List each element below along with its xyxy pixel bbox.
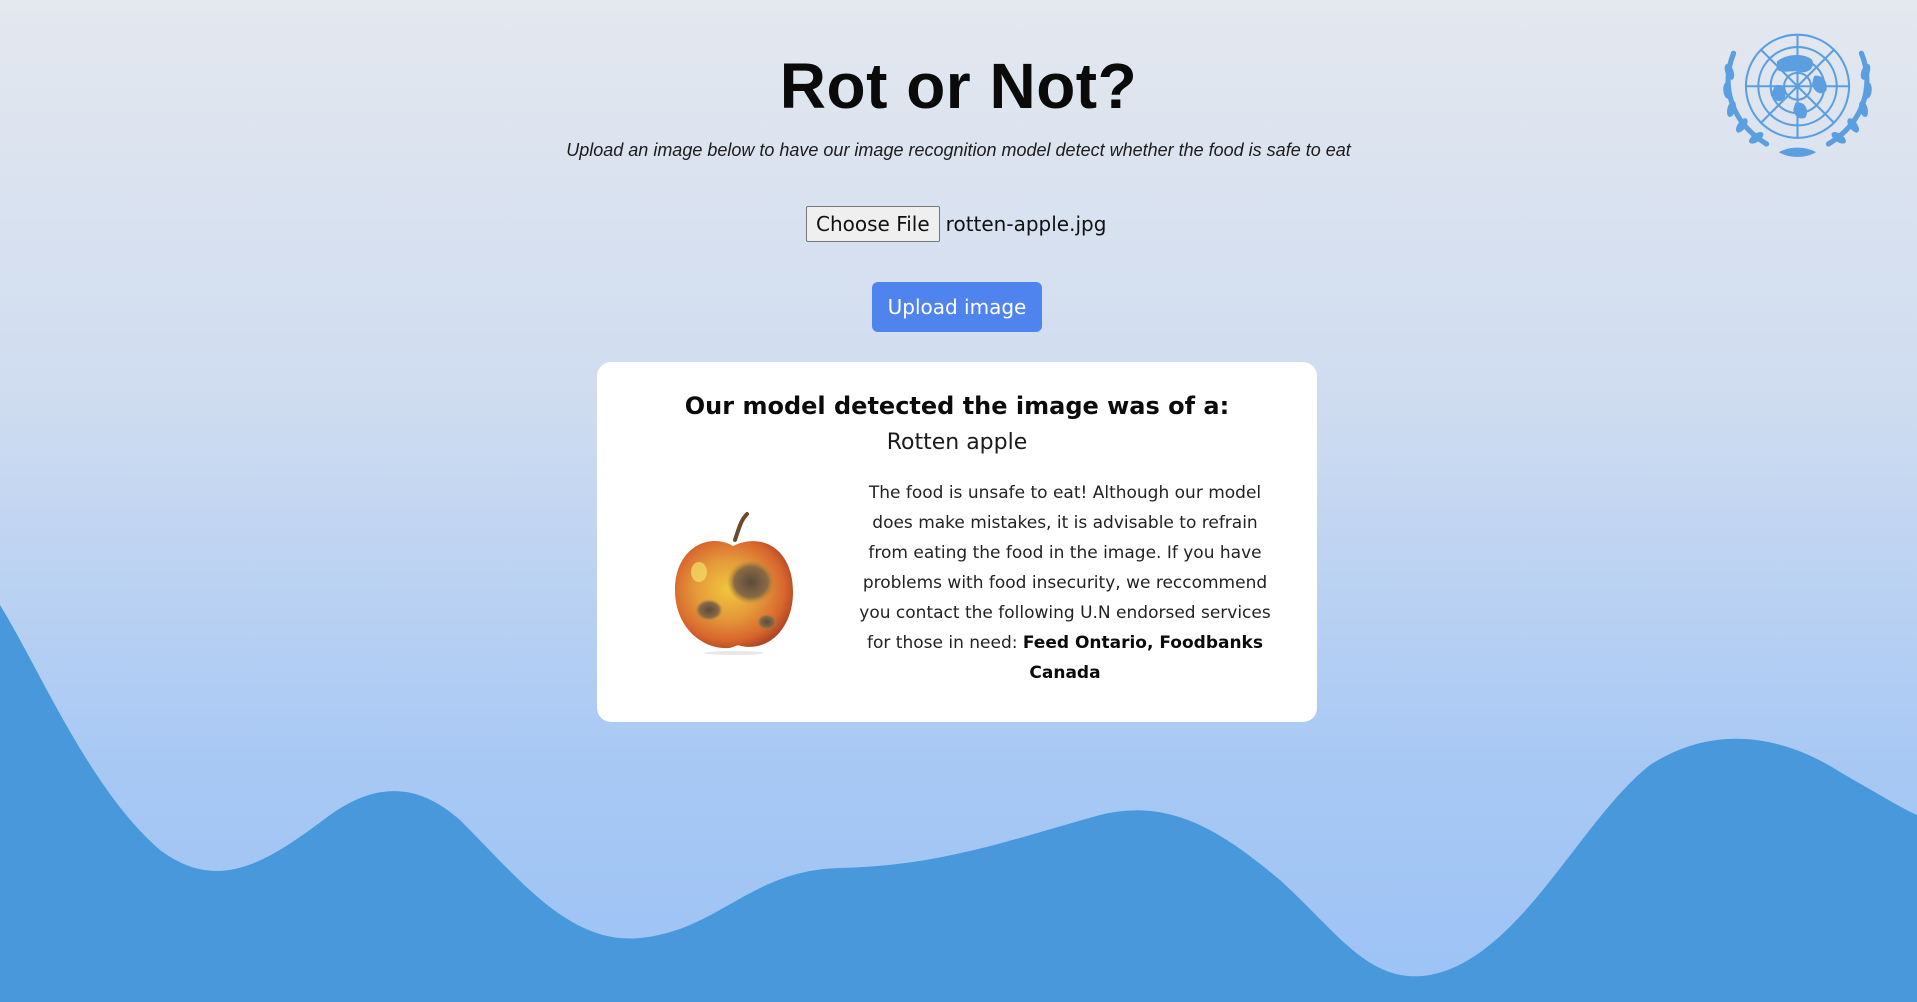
recommended-services: Feed Ontario, Foodbanks Canada <box>1022 633 1263 683</box>
page-subtitle: Upload an image below to have our image … <box>566 140 1351 160</box>
choose-file-button[interactable]: Choose File <box>806 206 940 242</box>
united-nations-logo <box>1723 33 1872 157</box>
rotten-apple-image <box>675 512 793 655</box>
advice-text: The food is unsafe to eat! Although our … <box>859 483 1271 653</box>
food-safety-advice: The food is unsafe to eat! Although our … <box>855 478 1275 688</box>
result-card: Our model detected the image was of a: R… <box>597 362 1317 722</box>
result-label: Rotten apple <box>886 430 1028 455</box>
page-title: Rot or Not? <box>779 50 1138 122</box>
result-heading: Our model detected the image was of a: <box>684 392 1230 420</box>
upload-image-button[interactable]: Upload image <box>872 282 1042 332</box>
selected-file-name: rotten-apple.jpg <box>945 212 1107 236</box>
file-picker: Choose File rotten-apple.jpg <box>806 205 1106 243</box>
